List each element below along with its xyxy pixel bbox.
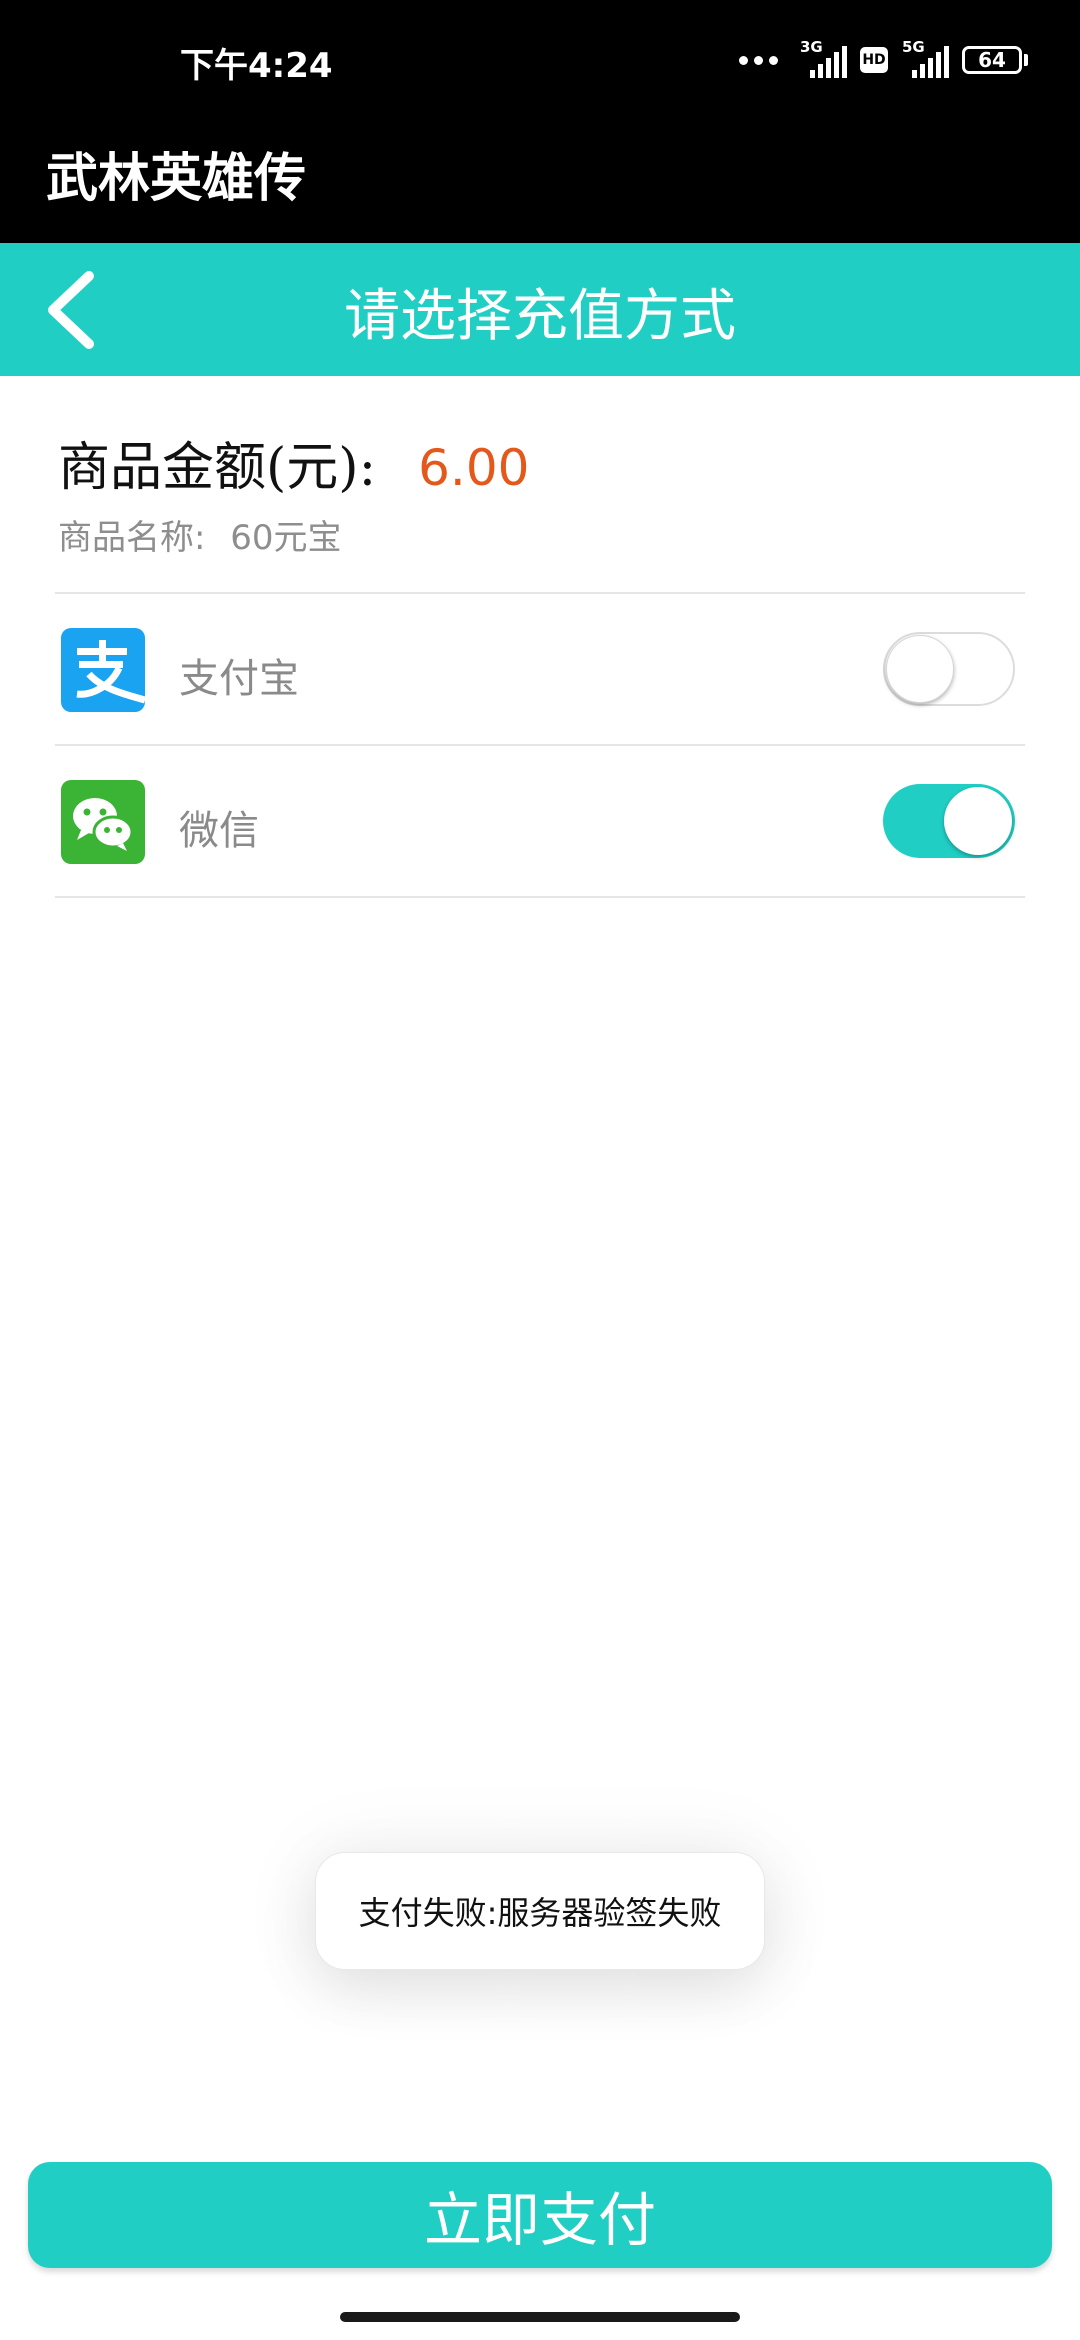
status-time: 下午4:24 [180,46,333,86]
hd-icon: HD [860,47,888,73]
alipay-icon [61,628,145,712]
payment-label: 支付宝 [179,656,299,702]
signal-3g-icon: 3G [800,38,847,82]
product-name-value: 60元宝 [230,518,342,558]
battery-level: 64 [962,46,1022,74]
pay-now-button[interactable]: 立即支付 [28,2162,1052,2268]
wechat-toggle[interactable] [883,784,1015,858]
status-bar: 下午4:24 3G HD 5G 64 [0,0,1080,120]
divider [55,896,1025,898]
amount-row: 商品金额(元): 6.00 [58,425,529,500]
payment-option-alipay[interactable]: 支付宝 [55,594,1025,744]
page-title: 请选择充值方式 [344,284,736,349]
alipay-toggle[interactable] [883,632,1015,706]
signal-5g-icon: 5G [902,38,949,82]
payment-option-wechat[interactable]: 微信 [55,746,1025,896]
app-title: 武林英雄传 [46,149,307,209]
amount-value: 6.00 [418,439,530,497]
more-dots-icon [739,55,778,65]
toggle-knob [944,787,1012,855]
home-indicator[interactable] [340,2312,740,2322]
app-title-bar: 武林英雄传 [0,120,1080,243]
amount-label: 商品金额(元): [58,438,377,498]
status-icons: 3G HD 5G 64 [739,30,1028,90]
page-header: 请选择充值方式 [0,243,1080,376]
wechat-icon [61,780,145,864]
toast-message: 支付失败:服务器验签失败 [315,1852,765,1970]
payment-label: 微信 [179,808,259,854]
toggle-knob [886,635,954,703]
product-name-row: 商品名称: 60元宝 [58,510,342,559]
battery-icon: 64 [962,46,1028,74]
product-name-label: 商品名称: [58,518,206,558]
